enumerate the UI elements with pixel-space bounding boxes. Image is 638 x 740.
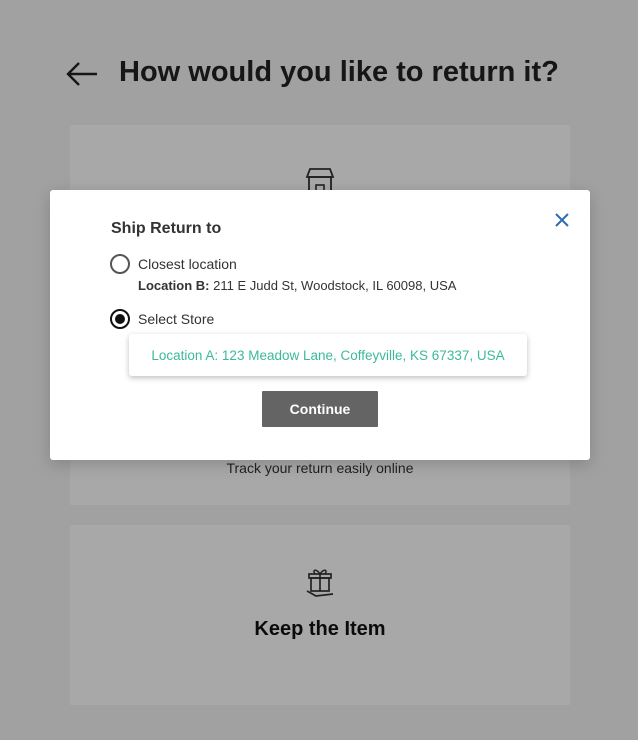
select-store-radio[interactable]: [110, 309, 130, 329]
close-button[interactable]: [550, 208, 574, 232]
location-address: 211 E Judd St, Woodstock, IL 60098, USA: [213, 278, 457, 293]
store-dropdown-option[interactable]: Location A: 123 Meadow Lane, Coffeyville…: [129, 334, 527, 376]
location-prefix: Location B:: [138, 278, 210, 293]
close-icon: [555, 213, 569, 227]
closest-location-address: Location B: 211 E Judd St, Woodstock, IL…: [138, 278, 456, 293]
continue-button[interactable]: Continue: [262, 391, 378, 427]
modal-title: Ship Return to: [111, 220, 222, 237]
select-store-label[interactable]: Select Store: [138, 311, 214, 327]
closest-location-label[interactable]: Closest location: [138, 256, 237, 272]
ship-return-modal: Ship Return to Closest location Location…: [50, 190, 590, 460]
closest-location-radio[interactable]: [110, 254, 130, 274]
